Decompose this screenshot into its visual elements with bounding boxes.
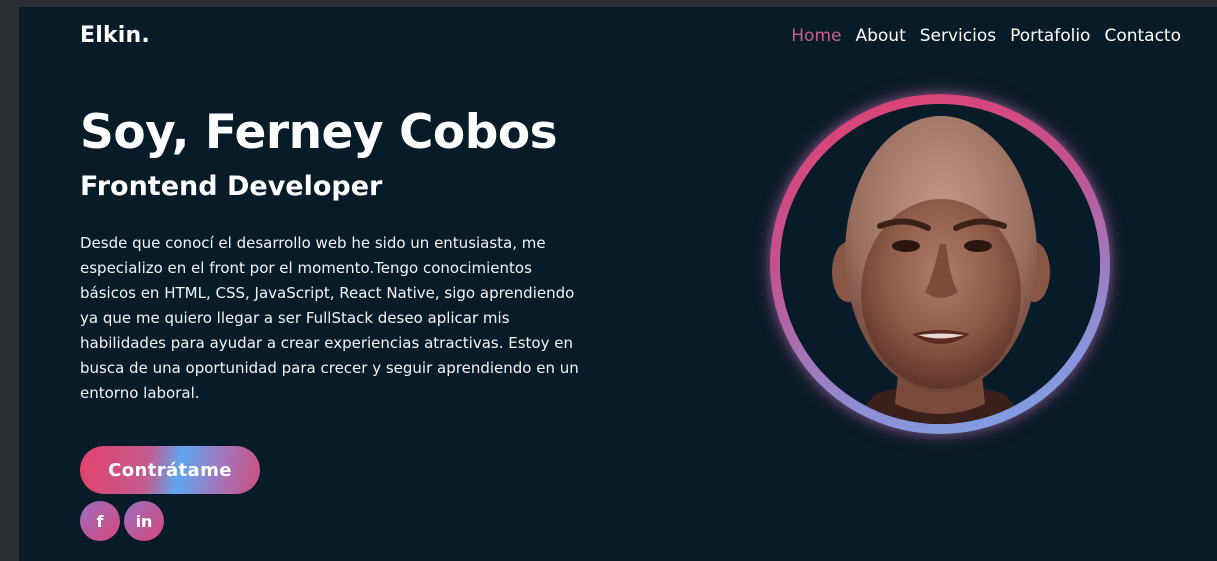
- facebook-icon: f: [96, 511, 104, 531]
- hero-title: Soy, Ferney Cobos: [80, 105, 558, 160]
- profile-photo: [780, 104, 1100, 424]
- nav-home[interactable]: Home: [791, 26, 841, 46]
- site-logo[interactable]: Elkin.: [80, 23, 150, 48]
- page: Elkin. Home About Servicios Portafolio C…: [19, 7, 1217, 561]
- linkedin-icon: in: [135, 511, 153, 531]
- nav-contacto[interactable]: Contacto: [1104, 26, 1181, 46]
- window-left-border: [0, 7, 19, 561]
- hire-me-button[interactable]: Contrátame: [80, 446, 260, 494]
- nav-about[interactable]: About: [855, 26, 905, 46]
- main-nav: Home About Servicios Portafolio Contacto: [791, 26, 1181, 46]
- hero-subtitle: Frontend Developer: [80, 171, 383, 202]
- facebook-button[interactable]: f: [80, 501, 120, 541]
- nav-servicios[interactable]: Servicios: [920, 26, 996, 46]
- window-top-border: [0, 0, 1217, 7]
- profile-photo-frame: [770, 94, 1110, 434]
- portrait-illustration: [780, 104, 1100, 424]
- hero-description: Desde que conocí el desarrollo web he si…: [80, 234, 579, 402]
- linkedin-button[interactable]: in: [124, 501, 164, 541]
- nav-portafolio[interactable]: Portafolio: [1010, 26, 1090, 46]
